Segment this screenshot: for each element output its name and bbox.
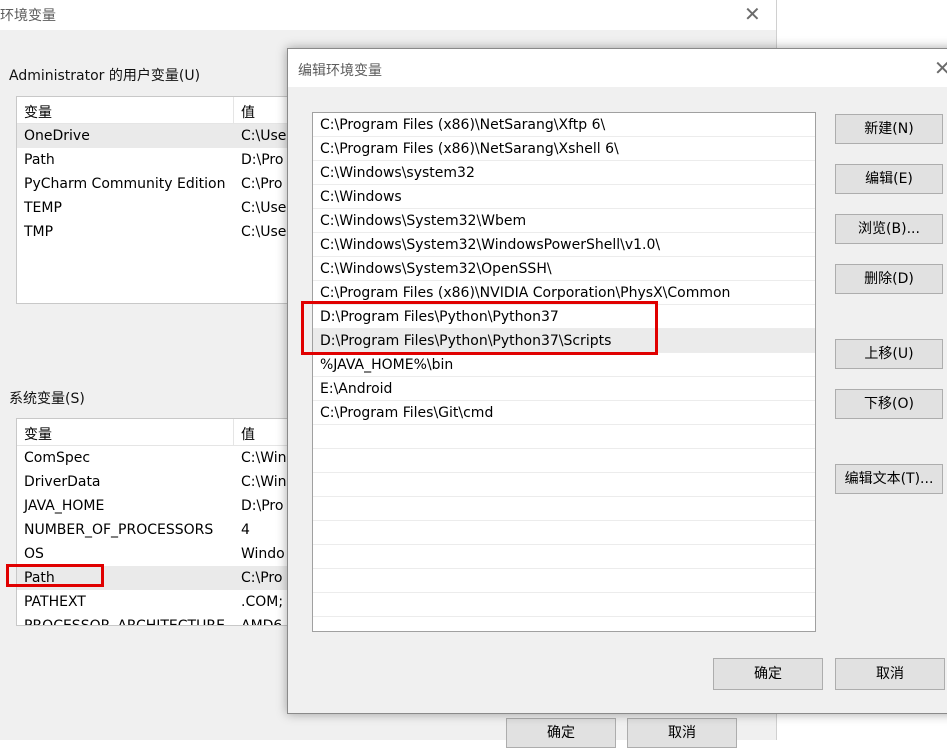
path-entry[interactable]: C:\Program Files (x86)\NetSarang\Xshell … <box>313 137 815 161</box>
user-var-row[interactable]: TMP C:\Use <box>17 220 317 244</box>
path-entry[interactable]: C:\Windows\system32 <box>313 161 815 185</box>
system-var-row[interactable]: JAVA_HOME D:\Pro <box>17 494 317 518</box>
user-vars-header-name[interactable]: 变量 <box>24 102 52 122</box>
var-name: TEMP <box>24 200 62 216</box>
system-vars-header-name[interactable]: 变量 <box>24 424 52 444</box>
var-value: C:\Use <box>241 224 287 240</box>
empty-row[interactable] <box>313 449 815 473</box>
user-vars-label: Administrator 的用户变量(U) <box>9 68 201 84</box>
path-entry-selected[interactable]: D:\Program Files\Python\Python37\Scripts <box>313 329 815 353</box>
delete-button[interactable]: 删除(D) <box>835 264 943 294</box>
path-entry[interactable]: C:\Windows\System32\OpenSSH\ <box>313 257 815 281</box>
var-value: C:\Win <box>241 450 287 466</box>
user-var-row[interactable]: OneDrive C:\Use <box>17 124 317 148</box>
var-value: D:\Pro <box>241 152 284 168</box>
var-name: TMP <box>24 224 54 240</box>
user-var-row[interactable]: TEMP C:\Use <box>17 196 317 220</box>
var-name: PROCESSOR_ARCHITECTURE <box>24 618 225 626</box>
back-dialog-title: 环境变量 <box>0 8 56 24</box>
path-entries-list[interactable]: C:\Program Files (x86)\NetSarang\Xftp 6\… <box>312 112 816 632</box>
user-vars-list[interactable]: 变量 值 OneDrive C:\Use Path D:\Pro PyCharm… <box>16 96 318 304</box>
path-entry[interactable]: %JAVA_HOME%\bin <box>313 353 815 377</box>
path-entry[interactable]: C:\Windows <box>313 185 815 209</box>
var-value: .COM; <box>241 594 284 610</box>
var-value: C:\Use <box>241 128 287 144</box>
var-name: PyCharm Community Edition <box>24 176 226 192</box>
empty-row[interactable] <box>313 473 815 497</box>
var-name: NUMBER_OF_PROCESSORS <box>24 522 214 538</box>
var-value: C:\Use <box>241 200 287 216</box>
empty-row[interactable] <box>313 425 815 449</box>
edit-text-button[interactable]: 编辑文本(T)... <box>835 464 943 494</box>
user-vars-header-value[interactable]: 值 <box>241 102 255 122</box>
empty-row[interactable] <box>313 593 815 617</box>
move-down-button[interactable]: 下移(O) <box>835 389 943 419</box>
path-entry[interactable]: C:\Program Files (x86)\NVIDIA Corporatio… <box>313 281 815 305</box>
system-vars-header: 变量 值 <box>17 419 317 446</box>
empty-row[interactable] <box>313 545 815 569</box>
system-var-row[interactable]: OS Windo <box>17 542 317 566</box>
system-var-row[interactable]: PROCESSOR_ARCHITECTURE AMD6 <box>17 614 317 626</box>
new-button[interactable]: 新建(N) <box>835 114 943 144</box>
path-entry[interactable]: C:\Windows\System32\WindowsPowerShell\v1… <box>313 233 815 257</box>
back-ok-button[interactable]: 确定 <box>506 718 616 748</box>
edit-environment-variable-dialog: 编辑环境变量 ✕ C:\Program Files (x86)\NetSaran… <box>287 48 947 714</box>
path-entry[interactable]: D:\Program Files\Python\Python37 <box>313 305 815 329</box>
var-name: OS <box>24 546 44 562</box>
system-var-row[interactable]: PATHEXT .COM; <box>17 590 317 614</box>
ok-button[interactable]: 确定 <box>713 658 823 690</box>
system-var-row[interactable]: NUMBER_OF_PROCESSORS 4 <box>17 518 317 542</box>
user-vars-header: 变量 值 <box>17 97 317 124</box>
var-value: Windo <box>241 546 285 562</box>
system-vars-list[interactable]: 变量 值 ComSpec C:\Win DriverData C:\Win JA… <box>16 418 318 626</box>
path-entry[interactable]: C:\Program Files\Git\cmd <box>313 401 815 425</box>
var-value: C:\Win <box>241 474 287 490</box>
var-name: JAVA_HOME <box>24 498 105 514</box>
var-name: PATHEXT <box>24 594 86 610</box>
column-divider[interactable] <box>233 419 234 445</box>
var-name: Path <box>24 152 55 168</box>
var-value: AMD6 <box>241 618 283 626</box>
user-var-row[interactable]: PyCharm Community Edition C:\Pro <box>17 172 317 196</box>
front-dialog-title: 编辑环境变量 <box>298 63 382 79</box>
move-up-button[interactable]: 上移(U) <box>835 339 943 369</box>
system-var-row-path[interactable]: Path C:\Pro <box>17 566 317 590</box>
close-icon[interactable]: ✕ <box>744 2 761 26</box>
browse-button[interactable]: 浏览(B)... <box>835 214 943 244</box>
back-dialog-titlebar: 环境变量 ✕ <box>0 0 776 30</box>
var-value: C:\Pro <box>241 176 283 192</box>
system-vars-header-value[interactable]: 值 <box>241 424 255 444</box>
var-name: Path <box>24 570 55 586</box>
var-name: OneDrive <box>24 128 90 144</box>
var-value: D:\Pro <box>241 498 284 514</box>
cancel-button[interactable]: 取消 <box>835 658 945 690</box>
empty-row[interactable] <box>313 521 815 545</box>
empty-row[interactable] <box>313 569 815 593</box>
back-cancel-button[interactable]: 取消 <box>627 718 737 748</box>
var-value: C:\Pro <box>241 570 283 586</box>
var-name: DriverData <box>24 474 101 490</box>
close-icon[interactable]: ✕ <box>934 56 947 80</box>
system-var-row[interactable]: DriverData C:\Win <box>17 470 317 494</box>
var-name: ComSpec <box>24 450 91 466</box>
system-var-row[interactable]: ComSpec C:\Win <box>17 446 317 470</box>
var-value: 4 <box>241 522 250 538</box>
system-vars-label: 系统变量(S) <box>9 391 85 407</box>
column-divider[interactable] <box>233 97 234 123</box>
path-entry[interactable]: C:\Program Files (x86)\NetSarang\Xftp 6\ <box>313 113 815 137</box>
edit-button[interactable]: 编辑(E) <box>835 164 943 194</box>
path-entry[interactable]: E:\Android <box>313 377 815 401</box>
path-entry[interactable]: C:\Windows\System32\Wbem <box>313 209 815 233</box>
user-var-row[interactable]: Path D:\Pro <box>17 148 317 172</box>
front-dialog-titlebar: 编辑环境变量 ✕ <box>288 49 947 87</box>
empty-row[interactable] <box>313 497 815 521</box>
